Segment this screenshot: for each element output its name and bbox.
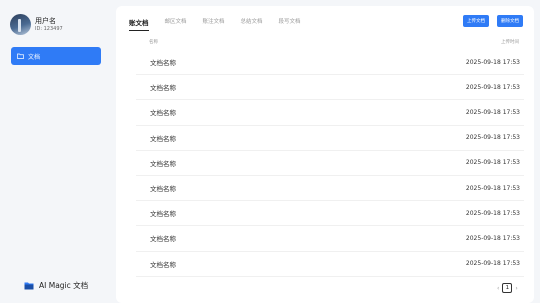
upload-time: 2025-09-18 17:53 [465, 108, 520, 116]
upload-time: 2025-09-18 17:53 [465, 159, 520, 167]
table-row[interactable]: 文档名称 2025-09-18 17:53 [136, 252, 524, 277]
document-name: 文档名称 [150, 134, 176, 143]
table-row[interactable]: 文档名称 2025-09-18 17:53 [136, 201, 524, 227]
column-header-name[interactable]: 名称 [149, 39, 158, 45]
main-panel: 账文档 邮区文档 账注文档 总结文档 段写文档 上传文档 删除文档 名称 上传时… [116, 6, 534, 303]
document-name: 文档名称 [150, 109, 176, 118]
sidebar-item-documents[interactable]: 文档 [11, 47, 101, 65]
document-name: 文档名称 [150, 210, 176, 219]
avatar[interactable] [10, 14, 31, 35]
pagination: ‹ 1 › [497, 283, 518, 293]
sidebar-item-label: 文档 [28, 53, 41, 61]
tab-bar: 账文档 邮区文档 账注文档 总结文档 段写文档 [129, 17, 317, 31]
upload-time: 2025-09-18 17:53 [465, 83, 520, 91]
column-header-upload-time[interactable]: 上传时间 [501, 39, 519, 45]
upload-time: 2025-09-18 17:53 [465, 260, 520, 268]
table-row[interactable]: 文档名称 2025-09-18 17:53 [136, 50, 524, 76]
tab-all-documents[interactable]: 账文档 [129, 17, 149, 31]
logo-icon [24, 282, 34, 290]
table-row[interactable]: 文档名称 2025-09-18 17:53 [136, 226, 524, 252]
brand-logo: AI Magic 文档 [24, 280, 88, 291]
user-profile: 用户名 ID: 123497 [10, 14, 63, 35]
delete-document-button[interactable]: 删除文档 [497, 15, 523, 27]
upload-document-button[interactable]: 上传文档 [463, 15, 489, 27]
upload-time: 2025-09-18 17:53 [465, 58, 520, 66]
user-id: ID: 123497 [35, 25, 63, 32]
table-row[interactable]: 文档名称 2025-09-18 17:53 [136, 151, 524, 176]
next-page-icon[interactable]: › [515, 285, 517, 292]
upload-time: 2025-09-18 17:53 [465, 234, 520, 242]
document-name: 文档名称 [150, 159, 176, 168]
table-row[interactable]: 文档名称 2025-09-18 17:53 [136, 126, 524, 151]
tab-writing-documents[interactable]: 段写文档 [279, 17, 301, 31]
document-name: 文档名称 [150, 84, 176, 93]
table-header: 名称 上传时间 [149, 39, 519, 49]
document-name: 文档名称 [150, 59, 176, 68]
user-name: 用户名 [35, 16, 56, 25]
tab-mail-documents[interactable]: 邮区文档 [165, 17, 187, 31]
document-name: 文档名称 [150, 185, 176, 194]
upload-time: 2025-09-18 17:53 [465, 134, 520, 142]
prev-page-icon[interactable]: ‹ [497, 285, 499, 292]
brand-name: AI Magic 文档 [39, 281, 89, 290]
tab-summary-documents[interactable]: 总结文档 [241, 17, 263, 31]
table-row[interactable]: 文档名称 2025-09-18 17:53 [136, 100, 524, 126]
page-number-button[interactable]: 1 [502, 283, 513, 293]
document-name: 文档名称 [150, 235, 176, 244]
document-name: 文档名称 [150, 260, 176, 269]
upload-time: 2025-09-18 17:53 [465, 184, 520, 192]
sidebar: 用户名 ID: 123497 文档 AI Magic 文档 [0, 0, 116, 303]
tab-annotation-documents[interactable]: 账注文档 [203, 17, 225, 31]
table-row[interactable]: 文档名称 2025-09-18 17:53 [136, 176, 524, 202]
table-row[interactable]: 文档名称 2025-09-18 17:53 [136, 75, 524, 101]
document-list: 文档名称 2025-09-18 17:53 文档名称 2025-09-18 17… [136, 50, 524, 277]
folder-icon [17, 53, 24, 59]
upload-time: 2025-09-18 17:53 [465, 209, 520, 217]
